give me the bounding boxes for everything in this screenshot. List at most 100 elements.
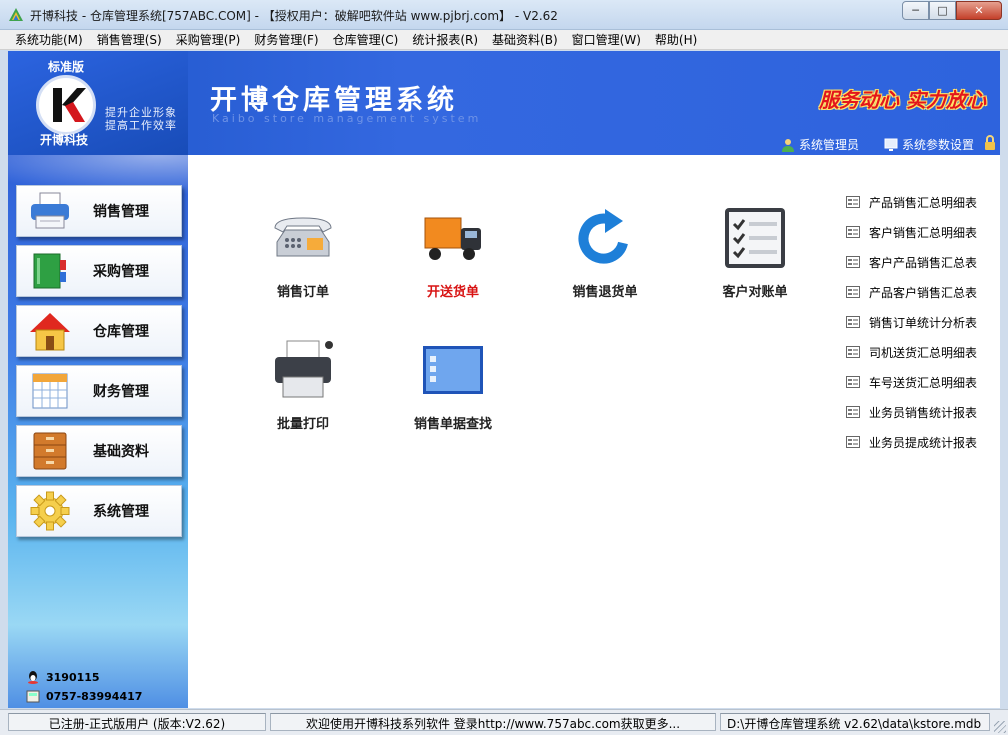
sidebar-item-basic-data[interactable]: 基础资料	[16, 425, 182, 477]
report-link[interactable]: 客户产品销售汇总表	[846, 247, 977, 277]
calendar-icon	[25, 368, 75, 414]
admin-label: 系统管理员	[799, 138, 860, 152]
refresh-icon	[570, 203, 640, 273]
tile-sales-return[interactable]: 销售退货单	[540, 203, 670, 300]
tile-label: 开送货单	[426, 285, 479, 300]
report-label: 客户产品销售汇总表	[869, 255, 978, 270]
status-registration: 已注册-正式版用户 (版本:V2.62)	[8, 713, 266, 731]
status-bar: 已注册-正式版用户 (版本:V2.62) 欢迎使用开博科技系列软件 登录http…	[0, 709, 1008, 735]
report-icon	[846, 196, 860, 208]
title-bar: 开博科技 - 仓库管理系统[757ABC.COM] - 【授权用户：破解吧软件站…	[0, 0, 1008, 30]
sidebar-item-sales[interactable]: 销售管理	[16, 185, 182, 237]
tile-label: 客户对账单	[722, 285, 788, 300]
report-icon	[846, 376, 860, 388]
phone-icon	[26, 690, 40, 703]
report-link[interactable]: 销售订单统计分析表	[846, 307, 977, 337]
menu-help[interactable]: 帮助(H)	[648, 31, 704, 48]
close-button[interactable]: ✕	[956, 1, 1002, 20]
menu-finance[interactable]: 财务管理(F)	[247, 31, 325, 48]
settings-label: 系统参数设置	[902, 138, 975, 152]
report-list: 产品销售汇总明细表 客户销售汇总明细表 客户产品销售汇总表 产品客户销售汇总表 …	[846, 187, 977, 457]
minimize-button[interactable]: ─	[902, 1, 929, 20]
printer-icon	[25, 188, 75, 234]
report-link[interactable]: 客户销售汇总明细表	[846, 217, 977, 247]
tile-delivery-note[interactable]: 开送货单	[388, 203, 518, 300]
tile-document-search[interactable]: 销售单据查找	[388, 335, 518, 432]
window-controls: ─ □ ✕	[902, 1, 1002, 21]
report-label: 业务员提成统计报表	[869, 435, 978, 450]
report-icon	[846, 316, 860, 328]
report-link[interactable]: 产品客户销售汇总表	[846, 277, 977, 307]
telephone-icon	[268, 203, 338, 273]
menu-warehouse[interactable]: 仓库管理(C)	[326, 31, 406, 48]
report-label: 客户销售汇总明细表	[869, 225, 978, 240]
cabinet-icon	[25, 428, 75, 474]
report-link[interactable]: 司机送货汇总明细表	[846, 337, 977, 367]
status-db-path: D:\开博仓库管理系统 v2.62\data\kstore.mdb	[720, 713, 990, 731]
qq-contact: 3190115	[26, 670, 100, 684]
report-icon	[846, 436, 860, 448]
tile-label: 批量打印	[276, 417, 329, 432]
tile-label: 销售退货单	[572, 285, 638, 300]
sidebar: 销售管理 采购管理 仓库管理 财务管理 基础资料 系统管理 3190115 07…	[8, 155, 188, 708]
report-label: 销售订单统计分析表	[869, 315, 978, 330]
report-label: 车号送货汇总明细表	[869, 375, 978, 390]
menu-purchase[interactable]: 采购管理(P)	[169, 31, 248, 48]
gear-icon	[25, 488, 75, 534]
motto-text: 服务动心 实力放心	[819, 88, 986, 112]
sidebar-item-system[interactable]: 系统管理	[16, 485, 182, 537]
qq-number: 3190115	[46, 670, 100, 684]
sidebar-item-label: 财务管理	[93, 384, 149, 400]
lock-icon[interactable]	[984, 135, 996, 151]
menu-basic-data[interactable]: 基础资料(B)	[485, 31, 565, 48]
edition-label: 标准版	[48, 60, 85, 74]
menu-bar: 系统功能(M) 销售管理(S) 采购管理(P) 财务管理(F) 仓库管理(C) …	[0, 30, 1008, 50]
window-title: 开博科技 - 仓库管理系统[757ABC.COM] - 【授权用户：破解吧软件站…	[30, 9, 558, 23]
sidebar-item-label: 采购管理	[93, 264, 149, 280]
header-banner: 标准版 开博科技 提升企业形象 提高工作效率 开博仓库管理系统 Kaibo st…	[8, 51, 1000, 155]
report-icon	[846, 406, 860, 418]
maximize-button[interactable]: □	[929, 1, 956, 20]
report-icon	[846, 346, 860, 358]
menu-sales[interactable]: 销售管理(S)	[90, 31, 169, 48]
menu-window[interactable]: 窗口管理(W)	[565, 31, 648, 48]
tile-sales-order[interactable]: 销售订单	[238, 203, 368, 300]
checklist-icon	[720, 203, 790, 273]
tile-label: 销售订单	[276, 285, 329, 300]
header-logo-area	[8, 51, 188, 155]
report-label: 司机送货汇总明细表	[869, 345, 978, 360]
menu-reports[interactable]: 统计报表(R)	[405, 31, 485, 48]
user-icon	[782, 138, 794, 152]
tile-label: 销售单据查找	[413, 417, 492, 432]
sidebar-item-label: 基础资料	[93, 444, 149, 460]
main-content: 销售订单 开送货单 销售退货单 客户对账单 批量打印 销售单据查找 产品销售汇总…	[188, 155, 1000, 708]
sidebar-item-warehouse[interactable]: 仓库管理	[16, 305, 182, 357]
phone-number: 0757-83994417	[46, 689, 143, 703]
report-link[interactable]: 业务员销售统计报表	[846, 397, 977, 427]
admin-user-link[interactable]: 系统管理员	[781, 136, 859, 153]
window-list-icon	[418, 335, 488, 405]
tile-customer-statement[interactable]: 客户对账单	[690, 203, 820, 300]
system-settings-link[interactable]: 系统参数设置	[884, 136, 974, 153]
sidebar-item-label: 销售管理	[93, 204, 149, 220]
report-link[interactable]: 业务员提成统计报表	[846, 427, 977, 457]
sidebar-item-finance[interactable]: 财务管理	[16, 365, 182, 417]
company-logo-icon	[36, 75, 96, 135]
system-subtitle: Kaibo store management system	[212, 112, 482, 125]
report-icon	[846, 226, 860, 238]
report-label: 产品销售汇总明细表	[869, 195, 978, 210]
report-icon	[846, 256, 860, 268]
sidebar-item-purchase[interactable]: 采购管理	[16, 245, 182, 297]
resize-grip[interactable]	[994, 721, 1006, 733]
sidebar-item-label: 系统管理	[93, 504, 149, 520]
menu-system[interactable]: 系统功能(M)	[8, 31, 90, 48]
report-link[interactable]: 产品销售汇总明细表	[846, 187, 977, 217]
tile-batch-print[interactable]: 批量打印	[238, 335, 368, 432]
report-label: 产品客户销售汇总表	[869, 285, 978, 300]
house-icon	[25, 308, 75, 354]
books-icon	[25, 248, 75, 294]
report-link[interactable]: 车号送货汇总明细表	[846, 367, 977, 397]
app-icon	[9, 8, 23, 21]
printer-icon	[268, 335, 338, 405]
qq-icon	[28, 671, 38, 684]
